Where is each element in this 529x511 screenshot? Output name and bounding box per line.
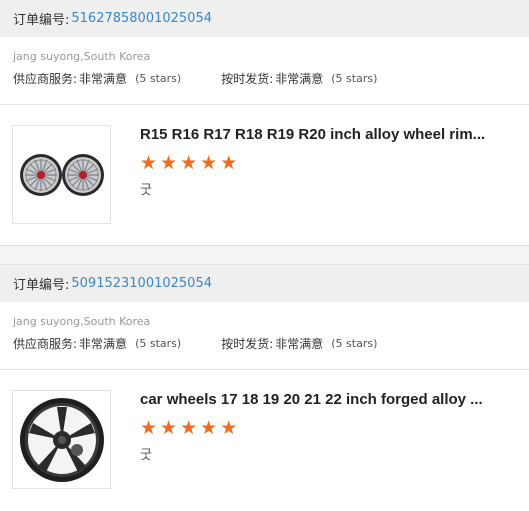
star-icon: ★ bbox=[160, 152, 178, 174]
order-header: 订单编号: 51627858001025054 bbox=[0, 0, 529, 37]
product-info: R15 R16 R17 R18 R19 R20 inch alloy wheel… bbox=[140, 125, 485, 245]
delivery-value: 非常满意 bbox=[275, 72, 324, 86]
product-title-link[interactable]: R15 R16 R17 R18 R19 R20 inch alloy wheel… bbox=[140, 125, 485, 145]
product-rating-stars: ★ ★ ★ ★ ★ bbox=[140, 153, 485, 173]
star-icon: ★ bbox=[200, 152, 218, 174]
supplier-service-rating: 供应商服务: 非常满意 (5 stars) bbox=[13, 71, 181, 87]
delivery-rating: 按时发货: 非常满意 (5 stars) bbox=[221, 71, 377, 87]
product-row: car wheels 17 18 19 20 21 22 inch forged… bbox=[0, 370, 529, 510]
order-card: 订单编号: 50915231001025054 jang suyong,Sout… bbox=[0, 265, 529, 510]
supplier-service-stars: (5 stars) bbox=[135, 337, 182, 350]
product-thumbnail[interactable] bbox=[12, 125, 111, 224]
product-title-link[interactable]: car wheels 17 18 19 20 21 22 inch forged… bbox=[140, 390, 483, 410]
supplier-service-value: 非常满意 bbox=[79, 72, 128, 86]
order-number-link[interactable]: 50915231001025054 bbox=[71, 276, 212, 291]
order-number-label: 订单编号: bbox=[13, 278, 70, 293]
supplier-service-stars: (5 stars) bbox=[135, 72, 182, 85]
star-icon: ★ bbox=[160, 417, 178, 439]
delivery-stars: (5 stars) bbox=[331, 337, 378, 350]
product-thumbnail[interactable] bbox=[12, 390, 111, 489]
supplier-service-rating: 供应商服务: 非常满意 (5 stars) bbox=[13, 336, 181, 352]
delivery-stars: (5 stars) bbox=[331, 72, 378, 85]
review-comment: 굿 bbox=[140, 183, 152, 198]
supplier-service-label: 供应商服务: bbox=[13, 72, 78, 86]
buyer-info: jang suyong,South Korea bbox=[13, 315, 151, 328]
star-icon: ★ bbox=[220, 417, 238, 439]
twin-spoke-wheels-image bbox=[19, 153, 104, 196]
order-number-link[interactable]: 51627858001025054 bbox=[71, 11, 212, 26]
supplier-service-value: 非常满意 bbox=[79, 337, 128, 351]
order-number-label: 订单编号: bbox=[13, 13, 70, 28]
star-icon: ★ bbox=[140, 417, 158, 439]
star-icon: ★ bbox=[180, 152, 198, 174]
star-icon: ★ bbox=[220, 152, 238, 174]
star-icon: ★ bbox=[200, 417, 218, 439]
product-info: car wheels 17 18 19 20 21 22 inch forged… bbox=[140, 390, 483, 510]
order-card: 订单编号: 51627858001025054 jang suyong,Sout… bbox=[0, 0, 529, 245]
delivery-value: 非常满意 bbox=[275, 337, 324, 351]
order-separator bbox=[0, 245, 529, 265]
star-icon: ★ bbox=[140, 152, 158, 174]
delivery-label: 按时发货: bbox=[221, 72, 274, 86]
delivery-rating: 按时发货: 非常满意 (5 stars) bbox=[221, 336, 377, 352]
product-rating-stars: ★ ★ ★ ★ ★ bbox=[140, 418, 483, 438]
seller-ratings: 供应商服务: 非常满意 (5 stars) 按时发货: 非常满意 (5 star… bbox=[13, 336, 516, 352]
star-icon: ★ bbox=[180, 417, 198, 439]
order-meta: jang suyong,South Korea 供应商服务: 非常满意 (5 s… bbox=[0, 302, 529, 370]
buyer-info: jang suyong,South Korea bbox=[13, 50, 151, 63]
review-comment: 굿 bbox=[140, 448, 152, 463]
black-forged-wheel-image bbox=[19, 397, 104, 482]
order-meta: jang suyong,South Korea 供应商服务: 非常满意 (5 s… bbox=[0, 37, 529, 105]
delivery-label: 按时发货: bbox=[221, 337, 274, 351]
order-header: 订单编号: 50915231001025054 bbox=[0, 265, 529, 302]
product-row: R15 R16 R17 R18 R19 R20 inch alloy wheel… bbox=[0, 105, 529, 245]
supplier-service-label: 供应商服务: bbox=[13, 337, 78, 351]
seller-ratings: 供应商服务: 非常满意 (5 stars) 按时发货: 非常满意 (5 star… bbox=[13, 71, 516, 87]
